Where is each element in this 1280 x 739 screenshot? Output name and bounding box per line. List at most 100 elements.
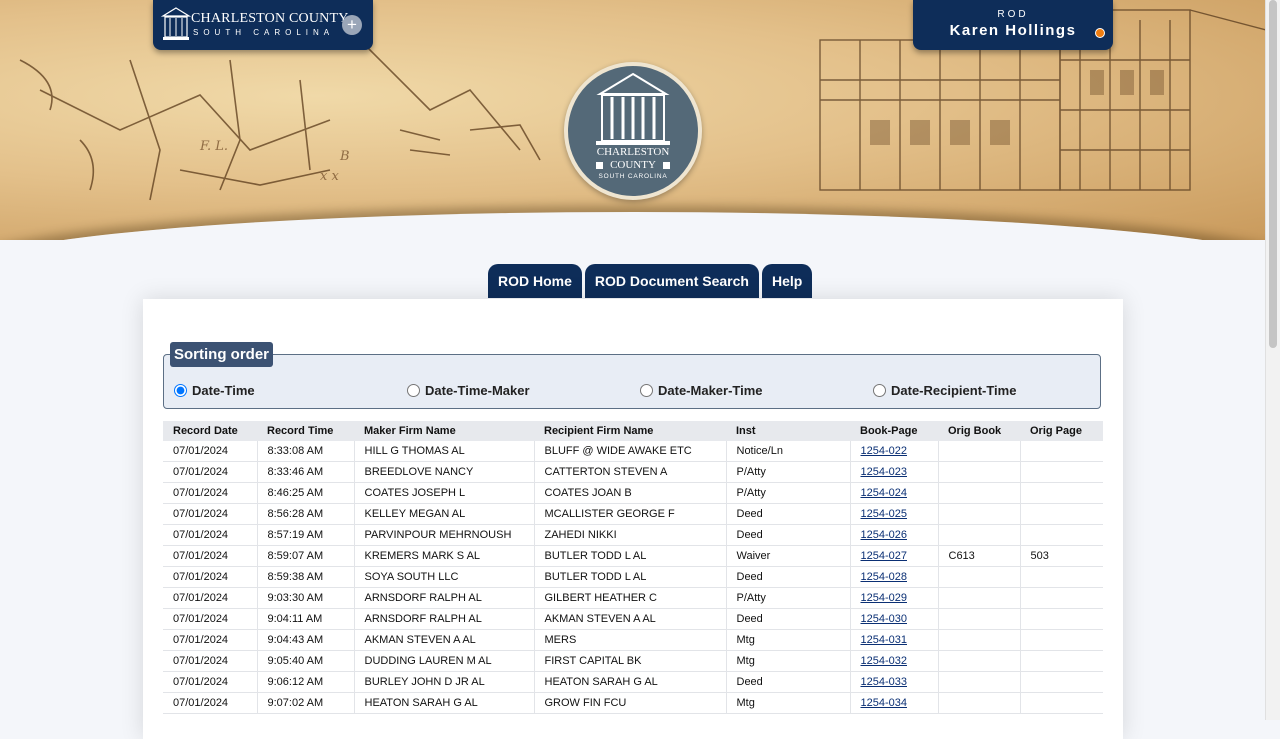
table-cell: BUTLER TODD L AL	[534, 545, 727, 567]
table-row: 07/01/2024 9:04:43 AM AKMAN STEVEN A AL MER…	[163, 629, 1103, 651]
book-page-link[interactable]: 1254-030	[861, 613, 908, 625]
tab-help[interactable]: Help	[761, 264, 813, 298]
table-cell: COATES JOSEPH L	[354, 482, 535, 504]
table-cell: 1254-026	[850, 524, 939, 546]
county-seal: CHARLESTON COUNTY SOUTH CAROLINA	[564, 62, 702, 200]
sort-option-label: Date-Time	[192, 383, 255, 398]
table-cell: 07/01/2024	[163, 587, 258, 609]
book-page-link[interactable]: 1254-029	[861, 592, 908, 604]
table-cell: 9:03:30 AM	[257, 587, 355, 609]
seal-line3: SOUTH CAROLINA	[599, 173, 668, 180]
table-row: 07/01/2024 9:05:40 AM DUDDING LAUREN M AL F…	[163, 650, 1103, 672]
table-cell	[938, 650, 1021, 672]
svg-text:x x: x x	[320, 169, 339, 184]
sorting-order-legend: Sorting order	[170, 342, 274, 367]
table-cell	[938, 566, 1021, 588]
table-row: 07/01/2024 9:07:02 AM HEATON SARAH G AL GRO…	[163, 692, 1103, 714]
scrollbar-thumb[interactable]	[1269, 0, 1277, 348]
book-page-link[interactable]: 1254-032	[861, 655, 908, 667]
table-cell: ARNSDORF RALPH AL	[354, 587, 535, 609]
book-page-link[interactable]: 1254-034	[861, 697, 908, 709]
svg-text:B: B	[339, 149, 350, 164]
table-cell	[1020, 566, 1103, 588]
table-cell: DUDDING LAUREN M AL	[354, 650, 535, 672]
column-header[interactable]: Inst	[726, 421, 850, 441]
tab-rod-document-search[interactable]: ROD Document Search	[584, 264, 759, 298]
table-cell	[938, 524, 1021, 546]
table-cell: KREMERS MARK S AL	[354, 545, 535, 567]
table-cell	[938, 692, 1021, 714]
sort-option-date-recipient-time[interactable]: Date-Recipient-Time	[873, 383, 1016, 398]
header-banner: F. L. B x x CHARLESTON COUNTY SOUTH CARO…	[0, 0, 1266, 240]
table-cell: 1254-031	[850, 629, 939, 651]
table-cell: Deed	[726, 566, 851, 588]
book-page-link[interactable]: 1254-026	[861, 529, 908, 541]
records-table: Record Date Record Time Maker Firm Name …	[163, 421, 1103, 714]
book-page-link[interactable]: 1254-024	[861, 487, 908, 499]
book-page-link[interactable]: 1254-027	[861, 550, 908, 562]
page-scrollbar[interactable]	[1265, 0, 1280, 720]
book-page-link[interactable]: 1254-025	[861, 508, 908, 520]
plus-icon[interactable]: +	[342, 15, 362, 35]
table-cell: ZAHEDI NIKKI	[534, 524, 727, 546]
table-cell: 07/01/2024	[163, 461, 258, 483]
table-cell: 1254-032	[850, 650, 939, 672]
table-cell: AKMAN STEVEN A AL	[534, 608, 727, 630]
table-cell: 1254-028	[850, 566, 939, 588]
table-cell: P/Atty	[726, 461, 851, 483]
column-header[interactable]: Book-Page	[850, 421, 938, 441]
table-cell: 8:56:28 AM	[257, 503, 355, 525]
table-cell: 07/01/2024	[163, 671, 258, 693]
table-cell: COATES JOAN B	[534, 482, 727, 504]
tab-rod-home[interactable]: ROD Home	[488, 264, 582, 298]
table-row: 07/01/2024 8:56:28 AM KELLEY MEGAN AL MCALL…	[163, 503, 1103, 525]
sort-option-date-time[interactable]: Date-Time	[174, 383, 255, 398]
table-cell: 8:33:46 AM	[257, 461, 355, 483]
table-cell: 07/01/2024	[163, 482, 258, 504]
column-header[interactable]: Orig Page	[1020, 421, 1103, 441]
table-cell: P/Atty	[726, 482, 851, 504]
seal-line2: COUNTY	[610, 159, 656, 171]
table-cell: 9:04:43 AM	[257, 629, 355, 651]
table-cell: KELLEY MEGAN AL	[354, 503, 535, 525]
table-cell: HEATON SARAH G AL	[534, 671, 727, 693]
records-body: 07/01/2024 8:33:08 AM HILL G THOMAS AL BLUF…	[163, 441, 1103, 714]
table-cell	[1020, 650, 1103, 672]
column-header[interactable]: Record Time	[257, 421, 354, 441]
table-cell	[938, 587, 1021, 609]
table-cell: 503	[1020, 545, 1103, 567]
column-header[interactable]: Recipient Firm Name	[534, 421, 726, 441]
table-cell: Deed	[726, 608, 851, 630]
column-header[interactable]: Maker Firm Name	[354, 421, 534, 441]
sort-radio-date-recipient-time[interactable]	[873, 384, 886, 397]
book-page-link[interactable]: 1254-031	[861, 634, 908, 646]
county-logo[interactable]: CHARLESTON COUNTY SOUTH CAROLINA +	[153, 0, 373, 50]
sort-radio-date-time-maker[interactable]	[407, 384, 420, 397]
sort-radio-date-time[interactable]	[174, 384, 187, 397]
sort-radio-date-maker-time[interactable]	[640, 384, 653, 397]
table-row: 07/01/2024 8:59:38 AM SOYA SOUTH LLC BUTLER…	[163, 566, 1103, 588]
table-row: 07/01/2024 8:33:08 AM HILL G THOMAS AL BLUF…	[163, 441, 1103, 462]
table-cell	[938, 629, 1021, 651]
table-row: 07/01/2024 9:04:11 AM ARNSDORF RALPH AL AKM…	[163, 608, 1103, 630]
sort-option-date-time-maker[interactable]: Date-Time-Maker	[407, 383, 530, 398]
book-page-link[interactable]: 1254-028	[861, 571, 908, 583]
column-header[interactable]: Orig Book	[938, 421, 1020, 441]
table-cell: 07/01/2024	[163, 608, 258, 630]
sort-option-date-maker-time[interactable]: Date-Maker-Time	[640, 383, 763, 398]
table-cell: MERS	[534, 629, 727, 651]
table-cell: HEATON SARAH G AL	[354, 692, 535, 714]
table-cell: 07/01/2024	[163, 692, 258, 714]
book-page-link[interactable]: 1254-033	[861, 676, 908, 688]
book-page-link[interactable]: 1254-022	[861, 445, 908, 457]
book-page-link[interactable]: 1254-023	[861, 466, 908, 478]
logo-line1: CHARLESTON COUNTY	[191, 11, 349, 26]
table-cell	[1020, 503, 1103, 525]
table-cell	[1020, 671, 1103, 693]
table-cell: 07/01/2024	[163, 566, 258, 588]
table-cell: Deed	[726, 503, 851, 525]
user-panel[interactable]: ROD Karen Hollings	[913, 0, 1113, 50]
nav-tabs: ROD Home ROD Document Search Help	[488, 264, 813, 298]
user-name: Karen Hollings	[949, 22, 1077, 39]
column-header[interactable]: Record Date	[163, 421, 257, 441]
